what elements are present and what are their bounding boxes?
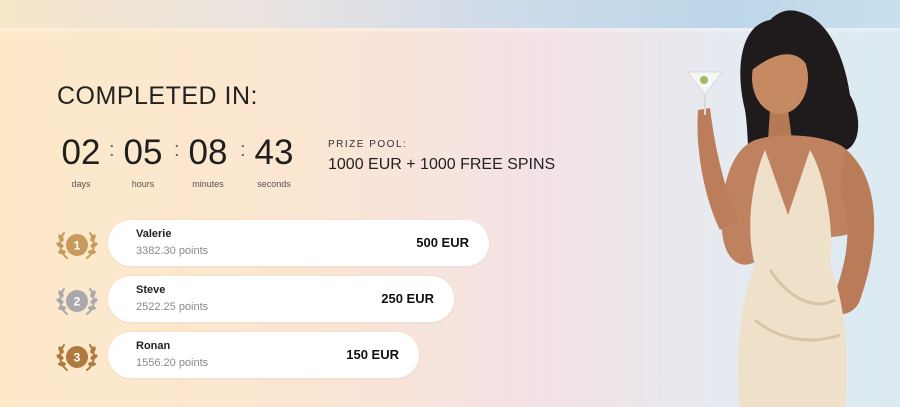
countdown-hours-value: 05	[123, 133, 163, 172]
countdown-separator: :	[240, 139, 246, 161]
countdown-seconds-value: 43	[254, 133, 294, 172]
player-points: 1556.20 points	[136, 357, 209, 369]
medal-rank: 3	[74, 351, 81, 365]
hostess-illustration	[687, 10, 875, 407]
leaderboard-card: Steve 2522.25 points 250 EUR	[108, 276, 454, 322]
countdown-days-label: days	[71, 179, 91, 189]
medal-rank: 1	[74, 239, 81, 253]
countdown-hours-label: hours	[131, 179, 155, 189]
countdown-timer: 02 days : 05 hours : 08 minutes : 43 sec…	[56, 133, 306, 193]
player-prize: 250 EUR	[381, 291, 434, 306]
countdown-seconds-label: seconds	[257, 179, 291, 189]
player-name: Steve	[136, 284, 166, 296]
countdown-title: COMPLETED IN:	[57, 82, 258, 110]
countdown-separator: :	[109, 139, 115, 161]
leaderboard-card: Valerie 3382.30 points 500 EUR	[108, 220, 489, 266]
countdown-minutes-value: 08	[188, 133, 228, 172]
player-prize: 500 EUR	[416, 235, 469, 250]
countdown-minutes-label: minutes	[192, 179, 224, 189]
player-prize: 150 EUR	[346, 347, 399, 362]
prize-pool-value: 1000 EUR + 1000 FREE SPINS	[328, 156, 556, 173]
countdown-separator: :	[174, 139, 180, 161]
medal-rank: 2	[74, 295, 81, 309]
player-points: 2522.25 points	[136, 301, 209, 313]
player-points: 3382.30 points	[136, 245, 209, 257]
bronze-laurel-icon: 3	[56, 344, 98, 371]
countdown-hours: 05 hours	[118, 133, 168, 189]
countdown-days-value: 02	[61, 133, 101, 172]
gold-laurel-icon: 1	[56, 232, 98, 259]
countdown-seconds: 43 seconds	[249, 133, 299, 189]
silver-laurel-icon: 2	[56, 288, 98, 315]
countdown-days: 02 days	[56, 133, 106, 189]
player-name: Valerie	[136, 228, 172, 240]
player-name: Ronan	[136, 340, 171, 352]
leaderboard-card: Ronan 1556.20 points 150 EUR	[108, 332, 419, 378]
prize-pool-label: PRIZE POOL:	[328, 139, 408, 150]
countdown-minutes: 08 minutes	[183, 133, 233, 189]
